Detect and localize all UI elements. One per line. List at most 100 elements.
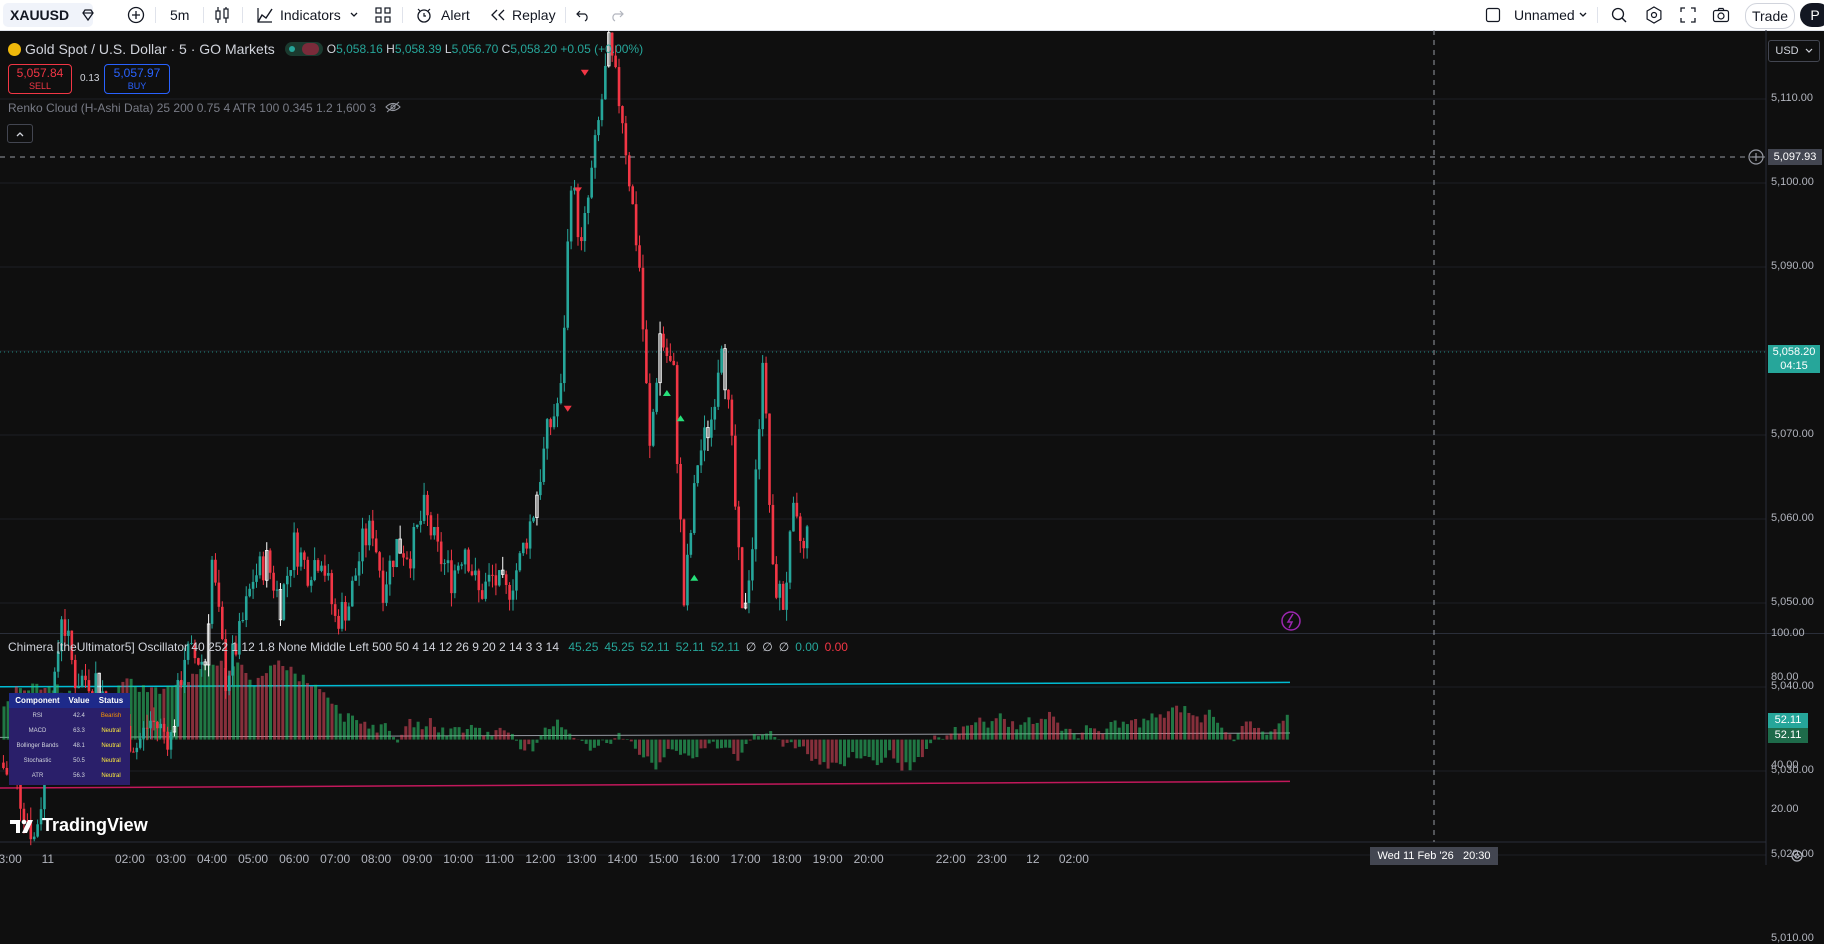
candle-body (477, 570, 481, 591)
candle-body (450, 560, 453, 594)
candle-body (388, 560, 392, 585)
diamond-icon[interactable] (80, 0, 96, 30)
chevron-down-icon[interactable] (1578, 0, 1588, 30)
symbol-name[interactable]: XAUUSD (10, 0, 69, 30)
candle-body (357, 561, 361, 576)
layout-name[interactable]: Unnamed (1514, 0, 1575, 30)
candle-body (638, 245, 641, 268)
redo-icon[interactable] (609, 0, 625, 30)
candle-body (542, 448, 546, 482)
currency-label: USD (1775, 45, 1799, 57)
indicator-renko-label: Renko Cloud (H-Ashi Data) 25 200 0.75 4 … (8, 101, 377, 115)
checkbox-icon[interactable] (1485, 0, 1501, 30)
candle-body (227, 675, 231, 691)
candle-body (456, 565, 460, 571)
candle-body (730, 399, 734, 436)
candle-body (255, 575, 258, 582)
candle-body (378, 552, 381, 571)
candle-body (751, 549, 754, 581)
candle-body (347, 606, 351, 621)
candle-body (754, 469, 758, 550)
time-axis-label: 05:00 (238, 852, 269, 866)
candle-body (634, 204, 638, 246)
candle-body (699, 450, 703, 466)
candle-body (142, 727, 145, 739)
indicator-renko-legend[interactable]: Renko Cloud (H-Ashi Data) 25 200 0.75 4 … (8, 101, 402, 116)
settings-icon[interactable] (1645, 0, 1663, 30)
chart-canvas[interactable] (0, 30, 1824, 865)
table-cell-value: 42.4 (73, 712, 85, 719)
camera-icon[interactable] (1712, 0, 1730, 30)
candle-body (56, 651, 60, 672)
candles-icon[interactable] (214, 0, 230, 30)
axis-settings-icon[interactable] (1790, 849, 1804, 868)
trade-button[interactable]: Trade (1745, 3, 1795, 29)
lightning-icon[interactable] (1281, 611, 1301, 631)
replay-button[interactable]: Replay (512, 0, 556, 30)
publish-button[interactable]: P (1800, 3, 1824, 27)
candle-body (371, 520, 375, 539)
candle-body (528, 521, 532, 549)
eye-hidden-icon[interactable] (385, 101, 402, 116)
undo-icon[interactable] (575, 0, 591, 30)
candle-body (580, 237, 583, 242)
table-cell-status: Neutral (101, 727, 121, 734)
table-cell-status: Neutral (101, 757, 121, 764)
buy-button[interactable]: 5,057.97 BUY (104, 64, 170, 94)
crosshair-price-label: 5,097.93 (1768, 149, 1822, 165)
legend-title-text[interactable]: Gold Spot / U.S. Dollar · 5 · GO Markets (25, 41, 275, 57)
candle-body (559, 383, 563, 404)
candle-body (597, 120, 600, 136)
tradingview-logo[interactable]: TradingView (10, 815, 148, 836)
candle-body (703, 427, 706, 451)
candle-body (662, 333, 665, 348)
price-axis-label: 5,050.00 (1771, 596, 1814, 608)
indicator-chimera-legend[interactable]: Chimera [theUltimator5] Oscillator 40 25… (8, 640, 848, 654)
candle-body (162, 723, 166, 732)
candle-body (532, 517, 535, 522)
high-value: 5,058.39 (394, 42, 442, 56)
price-axis-label: 5,070.00 (1771, 428, 1814, 440)
templates-icon[interactable] (374, 0, 392, 30)
currency-selector[interactable]: USD (1768, 40, 1820, 62)
candle-body (409, 558, 412, 569)
alarm-clock-icon[interactable] (415, 0, 433, 30)
candle-body (268, 550, 272, 573)
candle-body (306, 559, 310, 586)
open-value: 5,058.16 (336, 42, 383, 56)
collapse-legend-button[interactable] (7, 124, 33, 143)
candle-body (614, 55, 617, 68)
table-row: RSI 42.4 Bearish (9, 708, 130, 723)
table-cell-status: Neutral (101, 772, 121, 779)
alert-button[interactable]: Alert (441, 0, 470, 30)
candle-body (467, 549, 470, 572)
chevron-down-icon[interactable] (349, 0, 359, 30)
candle-body (419, 520, 422, 525)
add-symbol-icon[interactable] (127, 0, 145, 30)
candle-body (429, 515, 433, 536)
candle-body (552, 416, 556, 428)
indicators-icon[interactable] (256, 0, 274, 30)
candle-body (771, 504, 775, 565)
fullscreen-icon[interactable] (1680, 0, 1696, 30)
replay-icon[interactable] (489, 0, 507, 30)
candle-body (764, 362, 768, 414)
candle-body (327, 573, 330, 576)
candle-body (604, 65, 607, 100)
candle-body (521, 542, 525, 554)
header-component: Component (15, 696, 60, 705)
candle-body (214, 559, 217, 583)
sell-button[interactable]: 5,057.84 SELL (8, 64, 72, 94)
candle-body (737, 506, 741, 548)
candle-body (381, 570, 385, 603)
quick-search-icon[interactable] (1610, 0, 1628, 30)
indicators-button[interactable]: Indicators (280, 0, 341, 30)
buy-label: BUY (127, 81, 147, 91)
interval-button[interactable]: 5m (170, 0, 189, 30)
spread-value: 0.13 (80, 73, 100, 84)
table-cell-value: 63.3 (73, 727, 85, 734)
candle-body (545, 419, 549, 449)
candle-body (675, 365, 679, 464)
market-status-icon[interactable] (284, 42, 323, 56)
separator (242, 7, 243, 23)
